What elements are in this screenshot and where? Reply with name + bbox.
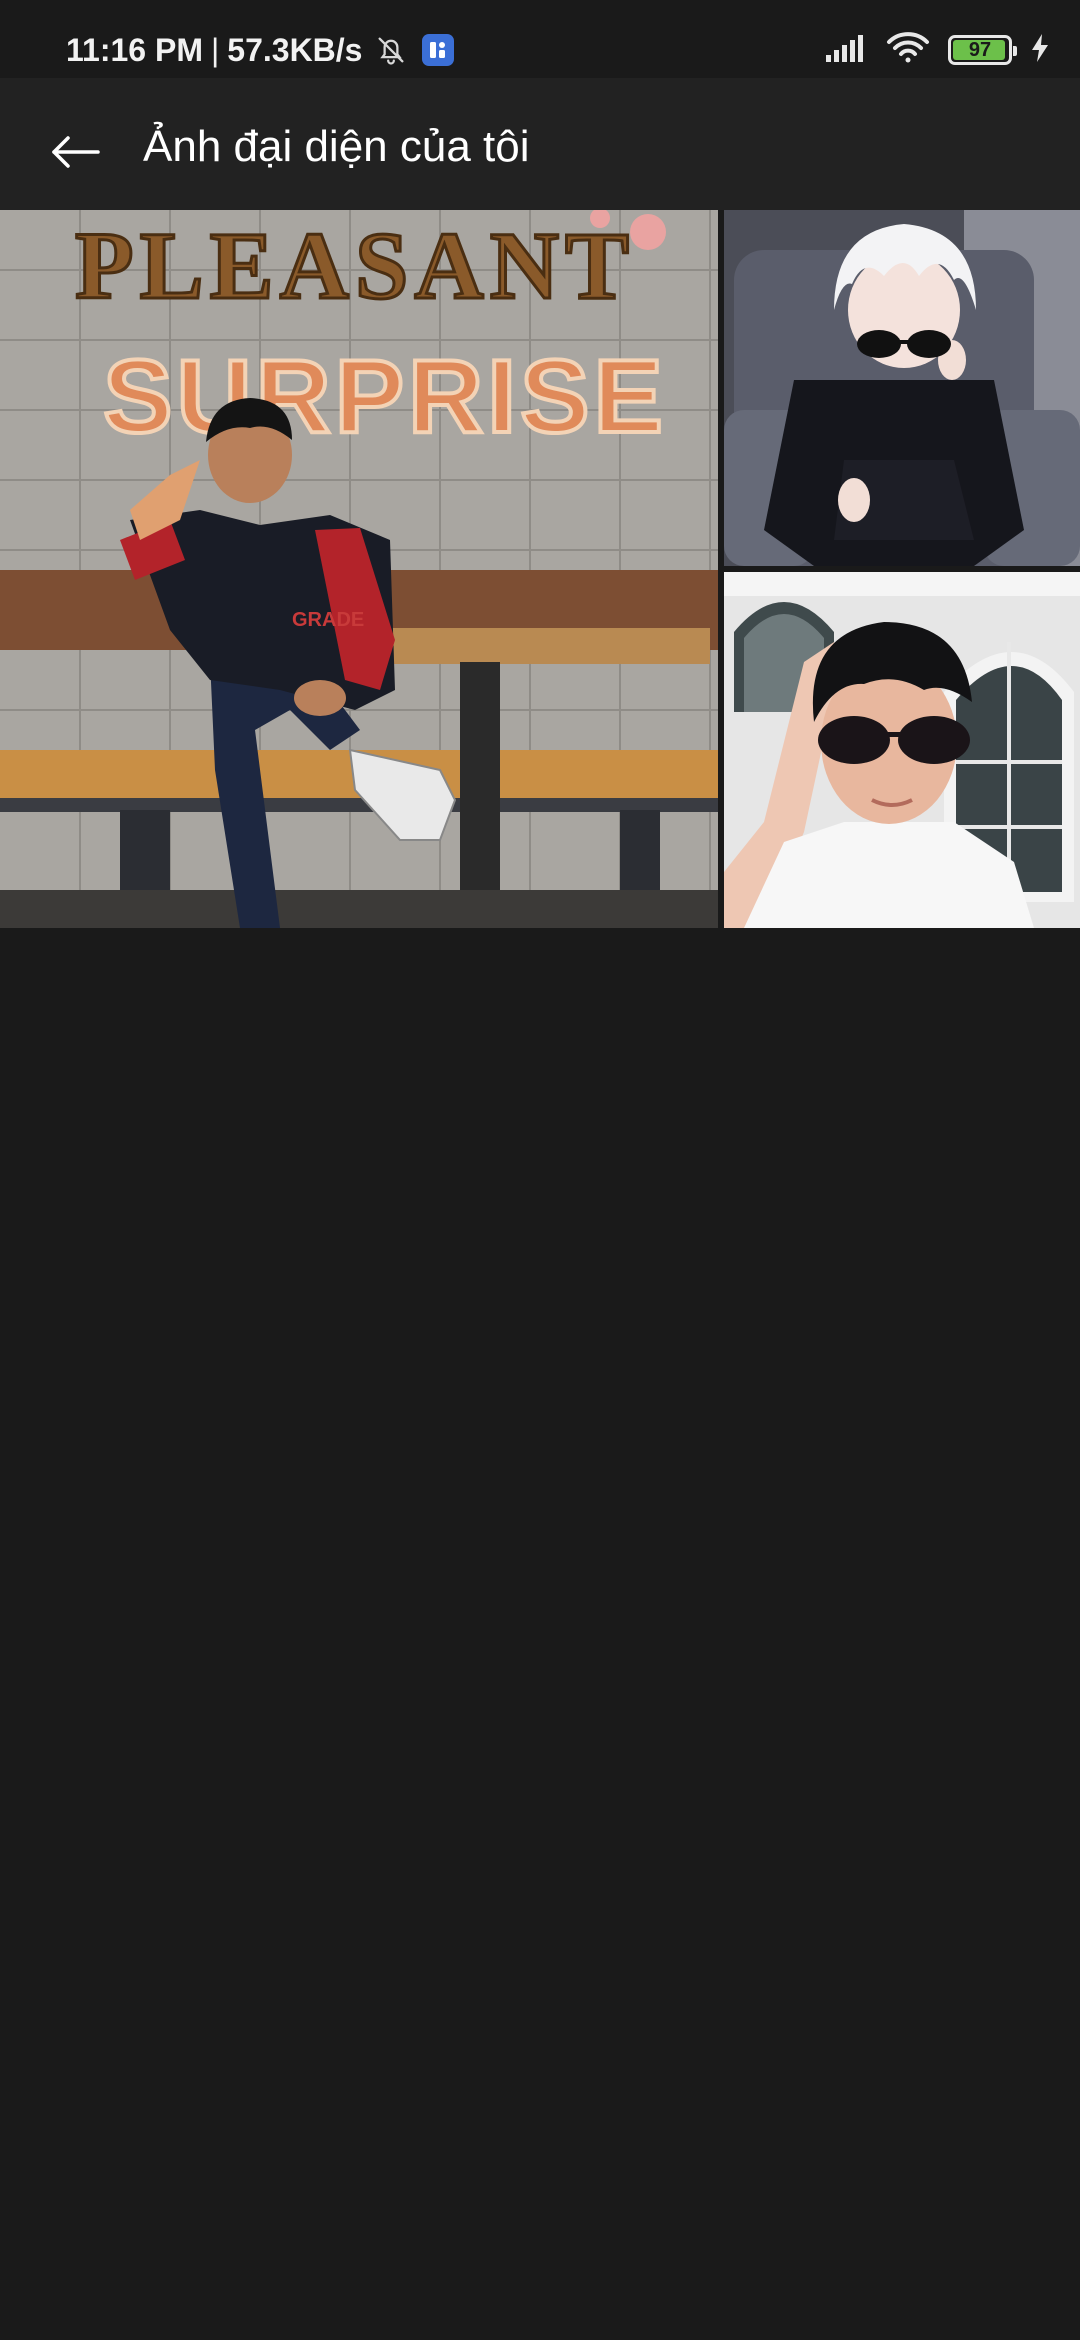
status-separator: | xyxy=(210,31,220,68)
wifi-icon xyxy=(886,31,930,70)
status-time: 11:16 PM xyxy=(66,31,203,68)
page-title: Ảnh đại diện của tôi xyxy=(143,122,530,171)
app-badge-icon xyxy=(422,34,455,66)
status-bar: 11:16 PM | 57.3KB/s 97 xyxy=(0,0,1080,78)
photo-grid: PLEASANT SURPRISE GRADE xyxy=(0,210,1080,928)
profile-photo-anime[interactable] xyxy=(724,210,1080,566)
network-speed: 57.3KB/s xyxy=(227,31,363,68)
app-header: Ảnh đại diện của tôi xyxy=(0,78,1080,210)
signal-icon xyxy=(824,33,868,68)
sign-text-bottom: SURPRISE xyxy=(103,339,667,455)
profile-photo-selfie[interactable] xyxy=(724,572,1080,928)
profile-photo-main[interactable]: PLEASANT SURPRISE GRADE xyxy=(0,210,718,928)
back-button[interactable] xyxy=(36,112,116,192)
shirt-text: GRADE xyxy=(292,609,364,631)
sign-text-top: PLEASANT xyxy=(75,212,635,319)
arrow-left-icon xyxy=(52,136,100,168)
battery-level: 97 xyxy=(968,38,992,61)
battery-icon: 97 xyxy=(948,35,1017,65)
charging-icon xyxy=(1030,33,1050,68)
bell-off-icon xyxy=(374,33,408,67)
